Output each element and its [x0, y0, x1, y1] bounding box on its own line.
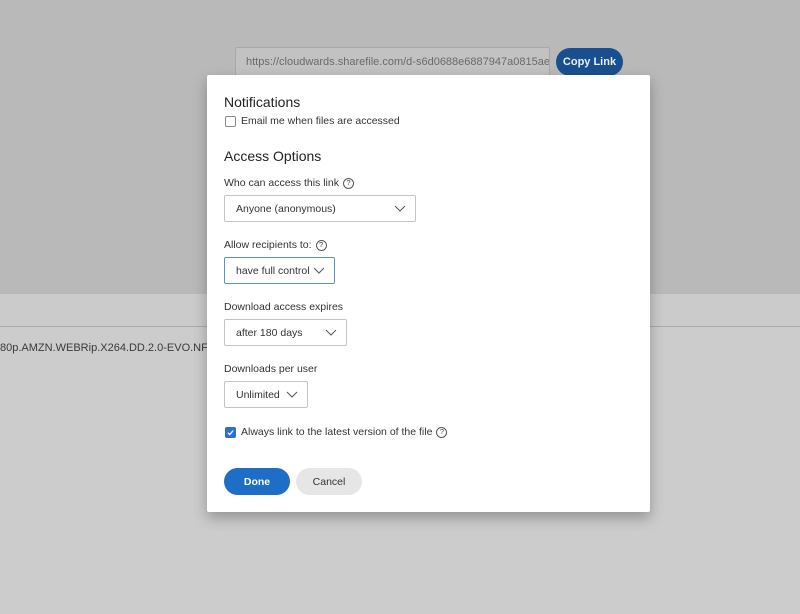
downloads-per-user-label: Downloads per user [224, 363, 317, 375]
latest-version-checkbox-row[interactable]: Always link to the latest version of the… [225, 426, 448, 438]
downloads-per-user-label-text: Downloads per user [224, 363, 318, 375]
email-notification-checkbox-row[interactable]: Email me when files are accessed [225, 115, 400, 127]
who-can-access-label: Who can access this link ? [224, 177, 354, 189]
chevron-down-icon [286, 391, 298, 398]
allow-recipients-label: Allow recipients to: ? [224, 239, 327, 251]
help-icon[interactable]: ? [315, 239, 327, 251]
cancel-button[interactable]: Cancel [296, 468, 362, 495]
who-can-access-value: Anyone (anonymous) [236, 202, 336, 215]
chevron-down-icon [313, 267, 325, 274]
download-expires-label-text: Download access expires [224, 301, 344, 313]
chevron-down-icon [394, 205, 406, 212]
email-notification-label: Email me when files are accessed [241, 115, 400, 127]
latest-version-checkbox[interactable] [225, 426, 236, 438]
downloads-per-user-value: Unlimited [236, 388, 280, 401]
checkmark-icon [227, 429, 234, 435]
latest-version-label: Always link to the latest version of the… [241, 426, 433, 438]
notifications-heading: Notifications [224, 94, 301, 110]
access-options-heading: Access Options [224, 148, 322, 164]
file-list-item-name: 80p.AMZN.WEBRip.X264.DD.2.0-EVO.NFO [0, 342, 217, 354]
help-icon[interactable]: ? [342, 177, 354, 189]
downloads-per-user-select[interactable]: Unlimited [224, 381, 308, 408]
download-expires-select[interactable]: after 180 days [224, 319, 347, 346]
download-expires-value: after 180 days [236, 326, 303, 339]
done-button[interactable]: Done [224, 468, 290, 495]
help-icon[interactable]: ? [436, 426, 448, 438]
allow-recipients-select[interactable]: have full control [224, 257, 335, 284]
allow-recipients-label-text: Allow recipients to: [224, 239, 312, 251]
email-notification-checkbox[interactable] [225, 115, 236, 127]
allow-recipients-value: have full control [236, 264, 310, 277]
who-can-access-select[interactable]: Anyone (anonymous) [224, 195, 416, 222]
chevron-down-icon [325, 329, 337, 336]
share-link-input[interactable] [235, 47, 550, 76]
who-can-access-label-text: Who can access this link [224, 177, 339, 189]
download-expires-label: Download access expires [224, 301, 343, 313]
copy-link-button[interactable]: Copy Link [556, 48, 623, 76]
share-options-modal: Notifications Email me when files are ac… [207, 75, 650, 512]
